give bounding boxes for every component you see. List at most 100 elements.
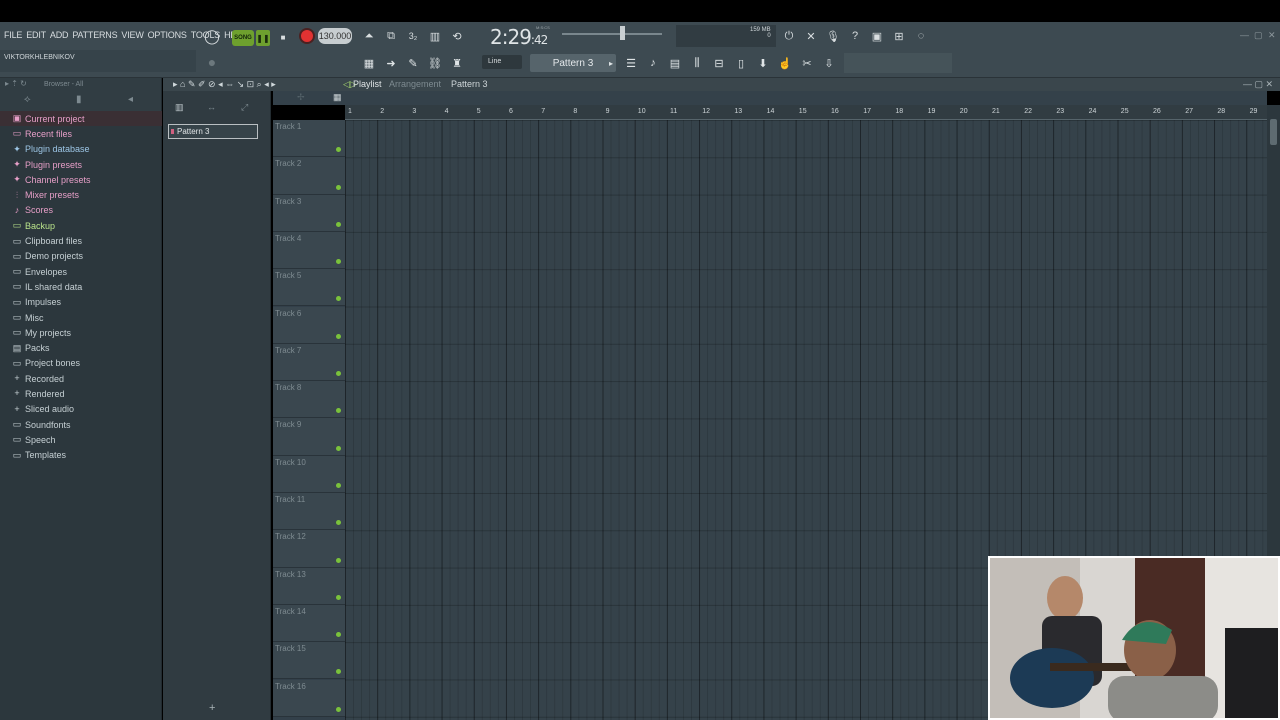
browser-item-sliced-audio[interactable]: + Sliced audio <box>0 402 162 417</box>
track-header[interactable]: Track 6 <box>273 306 345 344</box>
browser-item-recent-files[interactable]: ▭ Recent files <box>0 126 162 141</box>
browser-item-misc[interactable]: ▭ Misc <box>0 310 162 325</box>
pencil-icon[interactable]: ✎ <box>404 54 422 72</box>
touch-icon[interactable]: ☝ <box>776 54 794 72</box>
track-mute-led[interactable] <box>336 520 341 526</box>
master-volume-slider[interactable] <box>562 33 662 35</box>
add-pattern-button[interactable]: + <box>209 702 215 714</box>
menu-add[interactable]: ADD <box>50 30 69 40</box>
piano-roll-icon[interactable]: ▦ <box>360 54 378 72</box>
chat-icon[interactable]: ◌ <box>912 27 930 45</box>
browser-item-plugin-presets[interactable]: ✦ Plugin presets <box>0 157 162 172</box>
browser-item-packs[interactable]: ▤ Packs <box>0 340 162 355</box>
browser-item-current-project[interactable]: ▣ Current project <box>0 111 162 127</box>
tempo-display[interactable]: 130.000 <box>318 28 352 44</box>
track-header[interactable]: Track 12 <box>273 530 345 568</box>
pattern-selector[interactable]: Pattern 3 <box>530 54 616 72</box>
playlist-arrangement[interactable]: Arrangement <box>389 79 441 89</box>
timeline-ruler[interactable]: 1 2 3 4 5 6 7 8 9 10 11 12 13 14 15 16 17 18 19 20 21 22 23 24 2… <box>345 105 1267 120</box>
track-mute-led[interactable] <box>336 259 341 265</box>
back-icon[interactable]: ◂ <box>128 94 133 105</box>
mixer-icon[interactable]: ✕ <box>802 27 820 45</box>
collapse-icon[interactable]: ⟡ <box>24 94 31 105</box>
browser-item-templates[interactable]: ▭ Templates <box>0 448 162 463</box>
track-header[interactable]: Track 15 <box>273 642 345 680</box>
menu-edit[interactable]: EDIT <box>26 30 46 40</box>
scrollbar-thumb[interactable] <box>1270 119 1277 145</box>
pattern-next-icon[interactable]: ▸ <box>606 54 616 72</box>
countdown-icon[interactable]: 3₂ <box>404 27 422 45</box>
microphone-icon[interactable]: 🎙 <box>824 27 842 45</box>
browser-nav-icon[interactable]: ▸ ⇡ ↻ <box>5 79 27 88</box>
plugin-icon[interactable]: ⊞ <box>890 27 908 45</box>
song-mode-toggle[interactable]: SONG <box>232 30 254 46</box>
track-mute-led[interactable] <box>336 557 341 563</box>
browser-item-project-bones[interactable]: ▭ Project bones <box>0 356 162 371</box>
track-header[interactable]: Track 4 <box>273 231 345 270</box>
track-header[interactable]: Track 7 <box>273 343 345 382</box>
record-button[interactable] <box>299 28 315 44</box>
track-mute-led[interactable] <box>336 445 341 451</box>
reset-icon[interactable]: ⏻ <box>780 27 798 45</box>
file-icon[interactable]: ▯ <box>732 54 750 72</box>
master-pitch-knob-icon[interactable]: ◯ <box>203 27 221 45</box>
loop-record-icon[interactable]: ⟲ <box>448 27 466 45</box>
channel-settings-icon[interactable]: ⊟ <box>710 54 728 72</box>
close-icon[interactable]: ✕ <box>1268 30 1276 41</box>
browser-item-soundfonts[interactable]: ▭ Soundfonts <box>0 417 162 432</box>
track-header[interactable]: Track 1 <box>273 120 345 158</box>
playlist-toolbar-icons[interactable]: ▸ ⌂ ✎ ✐ ⊘ ◂ ⇔ ↘ ⊡ ⌕ ◂ ▸ <box>173 79 276 90</box>
track-header[interactable]: Track 3 <box>273 194 345 232</box>
playlist-window-controls[interactable]: — ▢ ✕ <box>1243 79 1273 90</box>
track-header[interactable]: Track 16 <box>273 679 345 717</box>
maximize-icon[interactable]: ▢ <box>1254 30 1263 41</box>
automation-icon[interactable]: ⤢ <box>241 102 248 113</box>
track-mute-led[interactable] <box>336 147 341 153</box>
minimize-icon[interactable]: — <box>1240 30 1249 40</box>
piano-icon[interactable]: ▦ <box>333 92 342 103</box>
track-mute-led[interactable] <box>336 594 341 600</box>
track-mute-led[interactable] <box>336 221 341 227</box>
track-mute-led[interactable] <box>336 333 341 339</box>
master-volume-knob-icon[interactable]: ● <box>203 53 221 71</box>
wait-input-icon[interactable]: ⧉ <box>382 27 400 45</box>
track-header[interactable]: Track 10 <box>273 455 345 493</box>
menu-view[interactable]: VIEW <box>121 30 143 40</box>
browser-item-recorded[interactable]: + Recorded <box>0 371 162 386</box>
channel-rack-icon[interactable]: ▤ <box>666 54 684 72</box>
track-mute-led[interactable] <box>336 184 341 190</box>
track-header[interactable]: Track 14 <box>273 604 345 643</box>
download-icon[interactable]: ⇩ <box>820 54 838 72</box>
metronome-icon[interactable]: ⏶ <box>360 27 378 45</box>
arrow-right-icon[interactable]: ➜ <box>382 54 400 72</box>
browser-item-il-shared-data[interactable]: ▭ IL shared data <box>0 279 162 294</box>
track-header[interactable]: Track 5 <box>273 269 345 307</box>
track-header[interactable]: Track 8 <box>273 381 345 419</box>
menu-file[interactable]: FILE <box>4 30 22 40</box>
view-icon[interactable]: ▮ <box>76 94 82 105</box>
browser-item-speech[interactable]: ▭ Speech <box>0 432 162 447</box>
browser-item-my-projects[interactable]: ▭ My projects <box>0 325 162 340</box>
track-mute-led[interactable] <box>336 408 341 414</box>
browser-item-backup[interactable]: ▭ Backup <box>0 218 162 233</box>
track-mute-led[interactable] <box>336 706 341 712</box>
menu-options[interactable]: OPTIONS <box>148 30 187 40</box>
track-mute-led[interactable] <box>336 632 341 638</box>
browser-item-channel-presets[interactable]: ✦ Channel presets <box>0 172 162 187</box>
track-header[interactable]: Track 2 <box>273 157 345 195</box>
browser-item-plugin-database[interactable]: ✦ Plugin database <box>0 142 162 157</box>
patterns-icon[interactable]: ▥ <box>175 102 184 113</box>
track-header[interactable]: Track 11 <box>273 493 345 531</box>
track-header[interactable]: Track 13 <box>273 567 345 605</box>
menu-patterns[interactable]: PATTERNS <box>72 30 117 40</box>
snap-selector[interactable]: Line <box>482 55 522 69</box>
blend-notes-icon[interactable]: ▥ <box>426 27 444 45</box>
help-icon[interactable]: ? <box>846 27 864 45</box>
pattern-clip[interactable]: Pattern 3 <box>168 124 258 139</box>
track-mute-led[interactable] <box>336 371 341 377</box>
browser-item-clipboard-files[interactable]: ▭ Clipboard files <box>0 233 162 248</box>
link-icon[interactable]: ⛓ <box>426 54 444 72</box>
playlist-icon[interactable]: ☰ <box>622 54 640 72</box>
stop-button[interactable]: ■ <box>277 31 289 43</box>
track-mute-led[interactable] <box>336 482 341 488</box>
